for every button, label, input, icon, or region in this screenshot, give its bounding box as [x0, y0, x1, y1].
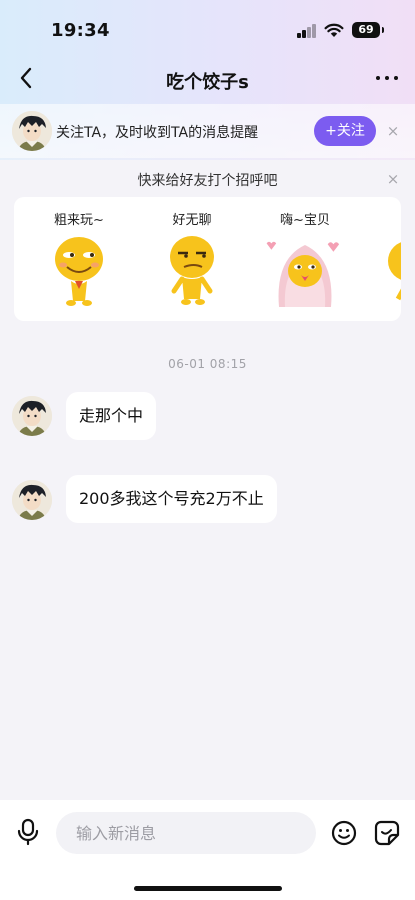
message-bubble[interactable]: 走那个中	[66, 392, 157, 440]
message-timestamp: 06-01 08:15	[168, 357, 247, 371]
avatar[interactable]	[12, 480, 52, 520]
sticker-icon[interactable]	[374, 820, 400, 846]
home-indicator	[134, 886, 282, 891]
sticker-label: 好无聊	[172, 213, 212, 228]
avatar[interactable]	[12, 396, 52, 436]
message-input[interactable]	[56, 812, 316, 854]
sticker-item[interactable]: 好无聊	[147, 203, 237, 315]
greeting-sticker-row: 粗来玩~ 好无聊 嗨~宝贝	[14, 197, 401, 321]
bored-smiley-sticker-icon	[170, 236, 214, 305]
follow-banner: 关注TA，及时收到TA的消息提醒 +关注 ×	[0, 104, 415, 158]
smiley-sticker-icon	[388, 242, 401, 301]
message-bubble[interactable]: 200多我这个号充2万不止	[66, 475, 277, 523]
close-icon[interactable]: ×	[385, 123, 401, 139]
more-horizontal-icon[interactable]	[374, 68, 400, 88]
sticker-label: 让	[373, 209, 401, 228]
cellular-signal-icon	[297, 24, 317, 38]
follow-prompt-text: 关注TA，及时收到TA的消息提醒	[56, 125, 259, 141]
chat-title: 吃个饺子s	[166, 72, 249, 93]
blanket-smiley-sticker-icon	[266, 241, 340, 307]
greeting-title: 快来给好友打个招呼吧	[137, 173, 278, 189]
close-icon[interactable]: ×	[385, 171, 401, 187]
message-input-bar	[0, 800, 415, 900]
follow-button[interactable]: +关注	[314, 116, 376, 146]
microphone-icon[interactable]	[16, 818, 40, 846]
sticker-item[interactable]: 粗来玩~	[34, 203, 124, 315]
battery-icon: 69	[352, 22, 384, 38]
sticker-label: 嗨~宝贝	[280, 213, 330, 228]
nav-bar: 吃个饺子s	[0, 56, 415, 102]
smiley-sticker-icon	[55, 237, 103, 306]
sticker-item[interactable]: 嗨~宝贝	[260, 203, 350, 315]
wifi-icon	[324, 23, 344, 37]
status-bar: 19:34 69	[0, 0, 415, 56]
avatar[interactable]	[12, 111, 52, 151]
sticker-item[interactable]: 让	[373, 203, 401, 315]
sticker-label: 粗来玩~	[54, 213, 104, 228]
emoji-icon[interactable]	[331, 820, 357, 846]
status-time: 19:34	[51, 20, 110, 41]
